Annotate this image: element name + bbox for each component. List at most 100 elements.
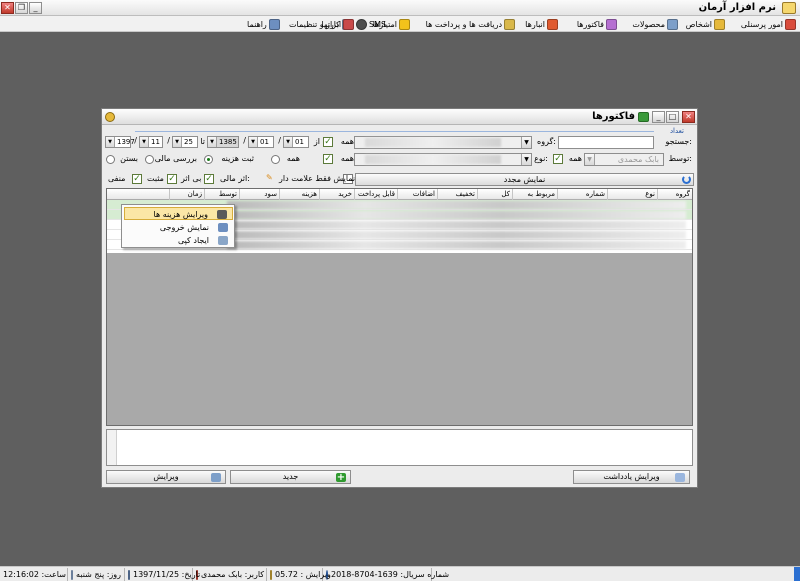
from-day-select[interactable]: ▼ 01 — [283, 136, 309, 148]
by-select[interactable]: ▼ بابک محمدی — [584, 153, 664, 166]
date-cell: تاریخ: 1397/11/25 — [125, 568, 200, 581]
col-time[interactable]: زمان — [169, 189, 204, 200]
to-day-select[interactable]: ▼ 25 — [172, 136, 198, 148]
col-purchase[interactable]: خرید — [319, 189, 354, 200]
app-minimize-button[interactable]: _ — [29, 2, 42, 14]
invoice-icon — [638, 112, 649, 122]
from-month-select[interactable]: ▼ 01 — [248, 136, 274, 148]
status-review-radio[interactable] — [145, 155, 154, 164]
new-button[interactable]: جدید + — [230, 470, 351, 484]
all-label: همه — [340, 137, 354, 146]
dialog-minimize-button[interactable]: _ — [652, 111, 665, 123]
to-month-select[interactable]: ▼ 11 — [139, 136, 163, 148]
tools-icon — [343, 18, 355, 30]
menu-item-show-output[interactable]: نمایش خروجی — [124, 221, 233, 234]
from-year-select[interactable]: ▼ 1385 — [207, 136, 239, 148]
col-total[interactable]: کل — [477, 189, 512, 200]
serial-text: شماره سریال: 1639-8704-2018 — [331, 570, 450, 579]
menu-label: محصولات — [632, 19, 665, 29]
positive-checkbox[interactable]: ✓ — [167, 174, 177, 184]
warehouse-icon — [547, 18, 558, 30]
chevron-down-icon: ▼ — [208, 137, 217, 147]
menu-item-create-copy[interactable]: ایجاد کپی — [124, 234, 233, 247]
status-bar: شماره سریال: 1639-8704-2018 ویرایش : 05.… — [0, 566, 800, 581]
no-effect-checkbox[interactable]: ✓ — [204, 174, 214, 184]
time-text: ساعت: 12:16:02 — [3, 570, 66, 579]
menu-help[interactable]: راهنما — [247, 18, 280, 30]
status-accent — [794, 567, 800, 581]
edit-note-label: ویرایش یادداشت — [603, 472, 660, 481]
chevron-down-icon: ▼ — [140, 137, 149, 147]
star-icon — [399, 18, 410, 30]
menu-item-label: ویرایش هزینه ها — [153, 210, 208, 219]
scrollbar[interactable] — [107, 430, 117, 465]
status-close-radio[interactable] — [106, 155, 115, 164]
dialog-close-button[interactable]: ✕ — [682, 111, 695, 123]
type-select[interactable]: ▼ — [354, 153, 532, 166]
menu-persons[interactable]: اشخاص — [686, 18, 725, 30]
all-checkbox[interactable]: ✓ — [323, 137, 333, 147]
time-cell: ساعت: 12:16:02 — [0, 568, 68, 581]
status-all-radio[interactable] — [271, 155, 280, 164]
all-by-checkbox[interactable]: ✓ — [323, 154, 333, 164]
all-type-label: همه — [568, 154, 582, 163]
menu-item-label: ایجاد کپی — [177, 236, 209, 245]
status-close-label: بستن — [120, 154, 138, 163]
type-label: نوع: — [534, 154, 548, 163]
search-input[interactable] — [558, 136, 654, 149]
col-profit[interactable]: سود — [239, 189, 279, 200]
serial-cell: شماره سریال: 1639-8704-2018 — [323, 568, 449, 581]
chevron-down-icon: ▼ — [249, 137, 258, 147]
menu-label: اشخاص — [685, 19, 712, 29]
calendar-icon — [128, 569, 130, 580]
negative-checkbox[interactable]: ✓ — [132, 174, 142, 184]
col-type[interactable]: نوع — [607, 189, 657, 200]
menu-invoices[interactable]: فاکتورها — [577, 18, 617, 30]
col-number[interactable]: شماره — [557, 189, 607, 200]
from-day-value: 01 — [295, 138, 304, 146]
app-restore-button[interactable]: ❐ — [15, 2, 28, 14]
edit-note-button[interactable]: ویرایش یادداشت — [573, 470, 690, 484]
menu-warehouses[interactable]: انبارها — [525, 18, 558, 30]
gear-icon[interactable] — [105, 112, 115, 122]
col-related[interactable]: مربوط به — [512, 189, 557, 200]
chevron-down-icon: ▼ — [585, 154, 595, 165]
from-month-value: 01 — [260, 138, 269, 146]
new-label: جدید — [282, 472, 299, 481]
menu-label: SMS — [369, 19, 387, 29]
menu-tools[interactable]: ابزار و تنظیمات — [289, 18, 355, 30]
col-payable[interactable]: قابل پرداخت — [354, 189, 397, 200]
all-type-checkbox[interactable]: ✓ — [553, 154, 563, 164]
col-discount[interactable]: تخفیف — [437, 189, 477, 200]
dialog-title: فاکتورها — [592, 111, 635, 122]
menu-sms[interactable]: SMS — [356, 18, 386, 30]
menu-personnel[interactable]: امور پرسنلی — [741, 18, 796, 30]
refresh-button[interactable]: نمایش مجدد — [355, 173, 694, 186]
marker-icon: ✎ — [266, 173, 273, 182]
version-cell: ویرایش : 05.72 — [267, 568, 331, 581]
app-title-bar: ✕ ❐ _ نرم افزار آرمان — [0, 0, 800, 16]
group-select[interactable]: ▼ — [354, 136, 532, 149]
app-close-button[interactable]: ✕ — [1, 2, 14, 14]
edit-button[interactable]: ویرایش — [106, 470, 226, 484]
app-logo-icon — [782, 2, 796, 14]
col-by[interactable]: توسط — [204, 189, 239, 200]
person-icon — [714, 18, 725, 30]
menu-payments[interactable]: دریافت ها و پرداخت ها — [426, 18, 515, 30]
from-year-value: 1385 — [219, 138, 237, 146]
pencil-icon — [270, 569, 272, 580]
status-review-label: بررسی مالی — [154, 154, 197, 163]
col-cost[interactable]: هزینه — [279, 189, 319, 200]
all-status-label: همه — [286, 154, 300, 163]
dialog-maximize-button[interactable]: □ — [666, 111, 679, 123]
menu-item-edit-costs[interactable]: ویرایش هزینه ها — [124, 207, 233, 220]
col-additions[interactable]: اضافات — [397, 189, 437, 200]
status-record-radio[interactable] — [204, 155, 213, 164]
notes-area[interactable] — [106, 429, 693, 466]
to-year-select[interactable]: ▼ 1397 — [105, 136, 135, 148]
col-group[interactable]: گروه — [657, 189, 692, 200]
export-icon — [218, 223, 228, 232]
menu-products[interactable]: محصولات — [632, 18, 678, 30]
chevron-down-icon: ▼ — [173, 137, 182, 147]
show-marked-label: نمایش فقط علامت دار — [279, 174, 356, 183]
